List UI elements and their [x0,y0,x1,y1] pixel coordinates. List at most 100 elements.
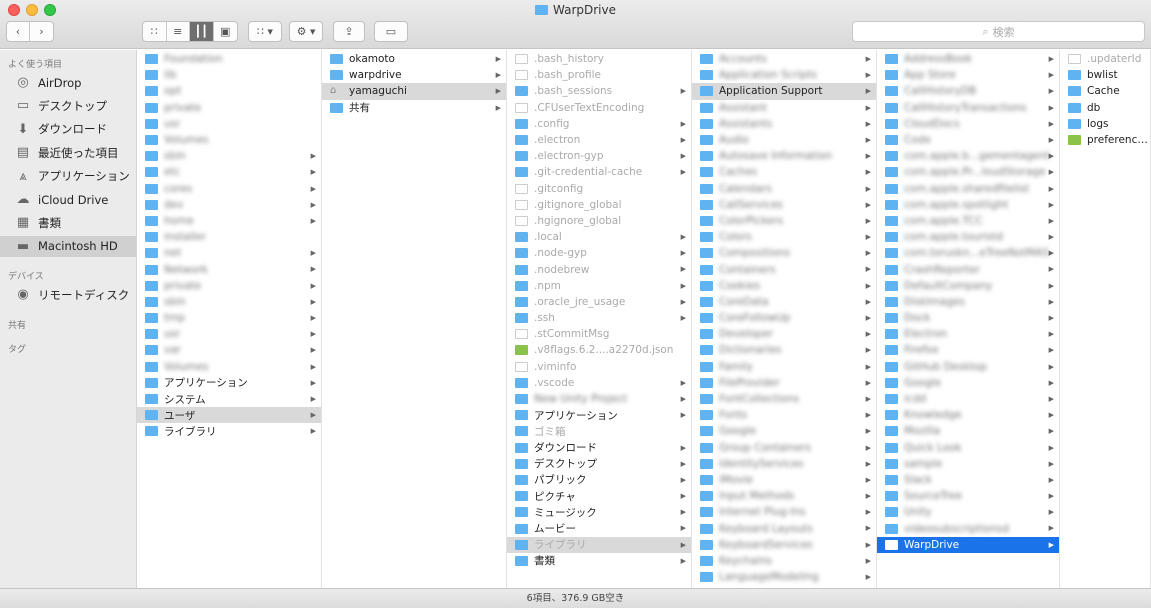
column-row[interactable]: .hgignore_global [507,213,691,229]
column-row[interactable]: com.toruskn...eTreeNotMAS ▶ [877,245,1059,261]
column-row[interactable]: Assistant ▶ [692,100,876,116]
sidebar-item[interactable]: ☁ iCloud Drive [0,189,136,210]
column-row[interactable]: パブリック ▶ [507,472,691,488]
group-by-button[interactable]: ∷ ▼ [248,21,282,42]
column-row[interactable]: ColorPickers ▶ [692,213,876,229]
column-row[interactable]: Autosave Information ▶ [692,148,876,164]
column-row[interactable]: Dictionaries ▶ [692,342,876,358]
column-row[interactable]: Assistants ▶ [692,116,876,132]
column-row[interactable]: CallHistoryDB ▶ [877,83,1059,99]
column-row[interactable]: Compositions ▶ [692,245,876,261]
column-view-icon[interactable]: ┃┃ [190,22,214,41]
column-row[interactable]: com.apple.TCC ▶ [877,213,1059,229]
column-row[interactable]: cores ▶ [137,181,321,197]
column-row[interactable]: Keychains ▶ [692,553,876,569]
column-row[interactable]: installer [137,229,321,245]
column-row[interactable]: SourceTree ▶ [877,488,1059,504]
sidebar-item[interactable]: ▭ デスクトップ [0,95,136,116]
column-row[interactable]: usr [137,116,321,132]
column-row[interactable]: .updaterId [1060,51,1150,67]
column-row[interactable]: .v8flags.6.2....a2270d.json [507,342,691,358]
column-row[interactable]: CrashReporter ▶ [877,261,1059,277]
column-row[interactable]: 共有 ▶ [322,100,506,116]
column-row[interactable]: .stCommitMsg [507,326,691,342]
column-row[interactable]: 書類 ▶ [507,553,691,569]
column-row[interactable]: Containers ▶ [692,261,876,277]
action-button[interactable]: ⚙ ▼ [289,21,323,42]
column-row[interactable]: Google ▶ [692,423,876,439]
back-button[interactable]: ‹ [7,22,31,41]
column-row[interactable]: Volumes [137,132,321,148]
column-row[interactable]: .electron-gyp ▶ [507,148,691,164]
column-row[interactable]: Application Support ▶ [692,83,876,100]
column-row[interactable]: App Store ▶ [877,67,1059,83]
column-row[interactable]: .bash_profile [507,67,691,83]
column-row[interactable]: iMovie ▶ [692,472,876,488]
column-row[interactable]: Dock ▶ [877,310,1059,326]
column-row[interactable]: Code ▶ [877,132,1059,148]
column-row[interactable]: IdentityServices ▶ [692,456,876,472]
column-row[interactable]: .nodebrew ▶ [507,261,691,277]
column-row[interactable]: DefaultCompany ▶ [877,278,1059,294]
column-row[interactable]: etc ▶ [137,164,321,180]
column-row[interactable]: Calendars ▶ [692,181,876,197]
column-row[interactable]: AddressBook ▶ [877,51,1059,67]
column-row[interactable]: ライブラリ ▶ [137,423,321,439]
column-row[interactable]: var ▶ [137,342,321,358]
column-row[interactable]: Cache [1060,83,1150,99]
forward-button[interactable]: › [30,22,53,41]
column-row[interactable]: .bash_history [507,51,691,67]
column-row[interactable]: Group Containers ▶ [692,440,876,456]
sidebar-item[interactable]: ⩓ アプリケーション [0,166,136,187]
column-row[interactable]: Application Scripts ▶ [692,67,876,83]
column-row[interactable]: Electron ▶ [877,326,1059,342]
column-row[interactable]: .oracle_jre_usage ▶ [507,294,691,310]
column-row[interactable]: アプリケーション ▶ [507,407,691,423]
column-row[interactable]: Developer ▶ [692,326,876,342]
column-row[interactable]: icdd ▶ [877,391,1059,407]
column-row[interactable]: usr ▶ [137,326,321,342]
column-row[interactable]: com.apple.b...gementagent ▶ [877,148,1059,164]
column-row[interactable]: Family ▶ [692,359,876,375]
column-row[interactable]: .CFUserTextEncoding [507,100,691,116]
column-row[interactable]: ダウンロード ▶ [507,440,691,456]
column-row[interactable]: bwlist [1060,67,1150,83]
column-row[interactable]: Quick Look ▶ [877,440,1059,456]
column-row[interactable]: Unity ▶ [877,504,1059,520]
column-row[interactable]: .electron ▶ [507,132,691,148]
column-row[interactable]: KeyboardServices ▶ [692,537,876,553]
column-row[interactable]: Internet Plug-Ins ▶ [692,504,876,520]
column-row[interactable]: ゴミ箱 [507,423,691,439]
column-row[interactable]: ピクチャ ▶ [507,488,691,504]
column-row[interactable]: sbin ▶ [137,294,321,310]
column-row[interactable]: DiskImages ▶ [877,294,1059,310]
column-row[interactable]: CloudDocs ▶ [877,116,1059,132]
column-row[interactable]: .node-gyp ▶ [507,245,691,261]
column-row[interactable]: .config ▶ [507,116,691,132]
sidebar-item[interactable]: ⬇ ダウンロード [0,119,136,140]
column-row[interactable]: Slack ▶ [877,472,1059,488]
column-row[interactable]: sample ▶ [877,456,1059,472]
column-row[interactable]: preference.json [1060,132,1150,148]
column-row[interactable]: LanguageModeling ▶ [692,569,876,585]
column-row[interactable]: ムービー ▶ [507,520,691,536]
column-row[interactable]: アプリケーション ▶ [137,375,321,391]
column-row[interactable]: FontCollections ▶ [692,391,876,407]
column-row[interactable]: dev ▶ [137,197,321,213]
column-row[interactable]: Keyboard Layouts ▶ [692,520,876,536]
column-row[interactable]: Cookies ▶ [692,278,876,294]
column-row[interactable]: Knowledge ▶ [877,407,1059,423]
column-row[interactable]: Volumes ▶ [137,359,321,375]
column-row[interactable]: .git-credential-cache ▶ [507,164,691,180]
column-row[interactable]: ミュージック ▶ [507,504,691,520]
sidebar-item[interactable]: ◉ リモートディスク [0,284,136,305]
column-row[interactable]: Audio ▶ [692,132,876,148]
column-row[interactable]: ライブラリ ▶ [507,536,691,553]
column-row[interactable]: opt [137,83,321,99]
column-row[interactable]: warpdrive ▶ [322,67,506,83]
column-row[interactable]: Network ▶ [137,261,321,277]
column-row[interactable]: CallHistoryTransactions ▶ [877,100,1059,116]
column-row[interactable]: Google ▶ [877,375,1059,391]
column-row[interactable]: okamoto ▶ [322,51,506,67]
column-row[interactable]: ⌂ yamaguchi ▶ [322,83,506,100]
